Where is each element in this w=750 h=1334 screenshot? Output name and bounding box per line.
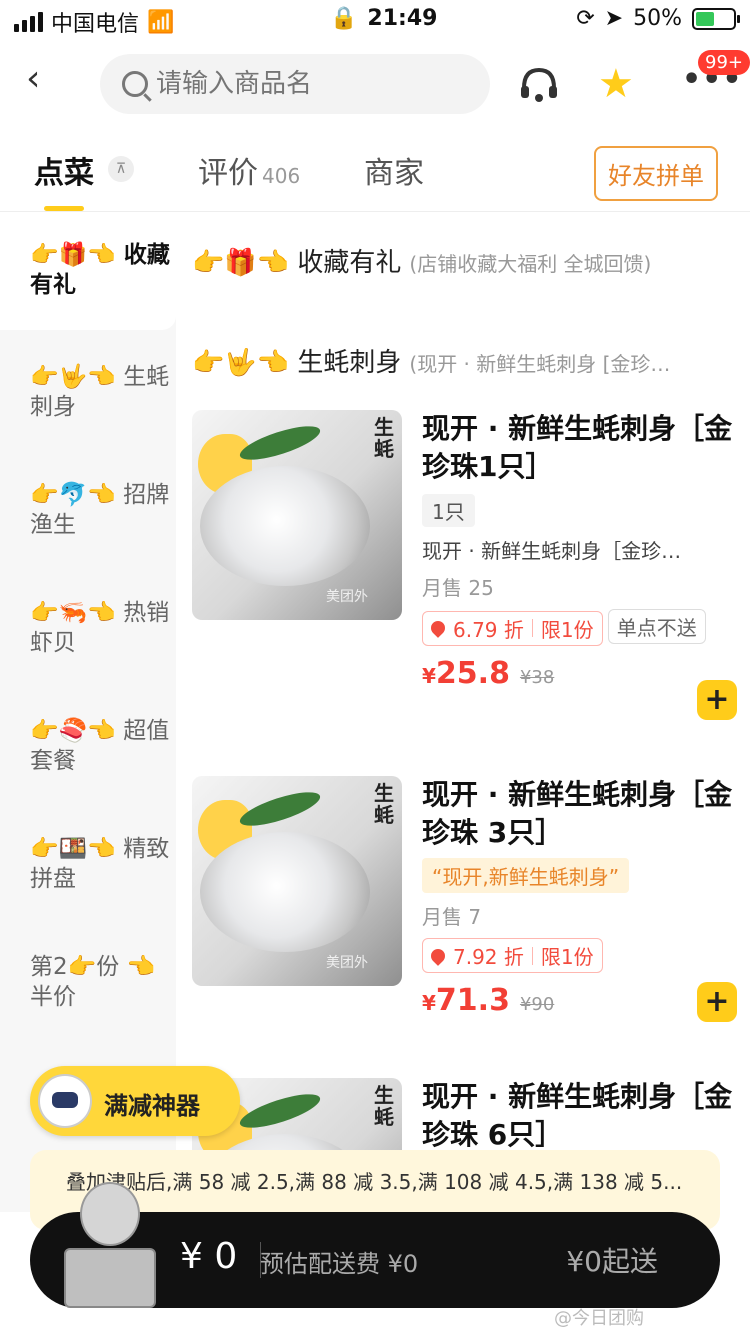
search-input[interactable] (156, 69, 456, 99)
discount-tag: 7.92 折 限1份 (422, 938, 603, 973)
section-header: 👉🤟👈 生蚝刺身 (现开 · 新鲜生蚝刺身 [金珍… (192, 342, 732, 379)
image-calligraphy: 生蚝 (374, 781, 394, 827)
tag-divider (531, 946, 533, 965)
product-card[interactable]: 生蚝 美团外 现开 · 新鲜生蚝刺身［金珍珠 3只］ “现开,新鲜生蚝刺身” 月… (192, 776, 737, 1096)
wifi-icon: 📶 (147, 9, 175, 35)
tab-order[interactable]: 点菜 (34, 148, 94, 192)
battery-icon (692, 7, 740, 30)
product-list: 👉🎁👈 收藏有礼 (店铺收藏大福利 全城回馈) 👉🤟👈 生蚝刺身 (现开 · 新鲜生… (176, 212, 750, 1212)
image-watermark: 美团外 (326, 589, 368, 605)
section-title: 👉🤟👈 生蚝刺身 (192, 348, 402, 378)
product-image[interactable]: 生蚝 美团外 (192, 410, 402, 620)
tab-reviews-count: 406 (262, 164, 301, 188)
discount-rate: 7.92 折 (453, 945, 524, 969)
monthly-sales: 月售 25 (422, 576, 494, 600)
rotation-lock-icon: ⟳ (576, 6, 595, 31)
message-badge: 99+ (698, 50, 750, 75)
sale-price: ¥71.3 (422, 983, 510, 1018)
watermark: @今日团购 (554, 1308, 644, 1329)
collapse-icon[interactable]: ⊼ (108, 156, 134, 182)
original-price: ¥90 (519, 994, 555, 1015)
sale-price-value: 25.8 (435, 655, 510, 691)
oyster-shape (200, 466, 370, 586)
sale-price: ¥25.8 (422, 656, 510, 691)
lock-icon: 🔒 (330, 6, 358, 31)
image-calligraphy: 生蚝 (374, 1083, 394, 1129)
tab-reviews-label: 评价 (198, 156, 258, 191)
product-spec: 1只 (422, 494, 475, 527)
garnish-leaf (236, 785, 324, 833)
product-name: 现开 · 新鲜生蚝刺身［金珍珠 3只］ (422, 778, 733, 849)
product-name: 现开 · 新鲜生蚝刺身［金珍珠1只］ (422, 412, 733, 483)
sidebar-item-second-half-price[interactable]: 第2👉份 👈半价 (0, 952, 176, 1012)
carrier-label: 中国电信 (51, 12, 140, 37)
add-to-cart-button[interactable]: + (697, 680, 737, 720)
back-chevron-icon[interactable]: ‹ (26, 61, 56, 100)
monthly-sales: 月售 7 (422, 905, 482, 929)
garnish-leaf (236, 1087, 324, 1135)
section-header: 👉🎁👈 收藏有礼 (店铺收藏大福利 全城回馈) (192, 242, 732, 279)
minimum-order: ¥0起送 (566, 1245, 658, 1278)
discount-tag: 6.79 折 限1份 (422, 610, 603, 646)
search-box[interactable] (100, 54, 490, 114)
discount-tag-icon (428, 945, 448, 966)
discount-tag-icon (428, 618, 448, 638)
no-single-delivery-tag: 单点不送 (607, 609, 706, 644)
group-order-button[interactable]: 好友拼单 (594, 146, 718, 201)
battery-percent: 50% (633, 6, 682, 31)
tab-reviews[interactable]: 评价 406 (198, 148, 300, 192)
tab-bar: 点菜 ⊼ 评价 406 商家 好友拼单 (0, 130, 750, 212)
location-icon: ➤ (604, 6, 624, 31)
robot-mascot-icon (38, 1074, 92, 1128)
section-subtitle: (店铺收藏大福利 全城回馈) (409, 252, 652, 276)
product-name: 现开 · 新鲜生蚝刺身［金珍珠 6只］ (422, 1080, 733, 1151)
full-reduction-label: 满减神器 (104, 1092, 200, 1120)
clock-time: 21:49 (367, 6, 438, 31)
courier-helmet (80, 1182, 140, 1246)
sale-price-value: 71.3 (435, 983, 510, 1018)
tab-merchant[interactable]: 商家 (364, 148, 424, 192)
purchase-limit: 限1份 (540, 945, 594, 969)
sidebar-item-oyster[interactable]: 👉🤟👈 生蚝刺身 (0, 362, 176, 422)
customer-service-icon[interactable] (518, 64, 560, 106)
search-icon (122, 71, 148, 97)
sidebar-item-shrimp-shellfish[interactable]: 👉🦐👈 热销虾贝 (0, 598, 176, 658)
section-subtitle: (现开 · 新鲜生蚝刺身 [金珍… (409, 352, 671, 376)
sidebar-item-platter[interactable]: 👉🍱👈 精致拼盘 (0, 834, 176, 894)
tag-divider (531, 619, 533, 637)
sidebar-item-value-set[interactable]: 👉🍣👈 超值套餐 (0, 716, 176, 776)
currency-symbol: ¥ (422, 663, 436, 688)
courier-mascot-icon[interactable] (60, 1182, 160, 1312)
original-price: ¥38 (519, 666, 555, 688)
oyster-shape (200, 832, 370, 952)
product-desc: 现开 · 新鲜生蚝刺身［金珍… (422, 539, 682, 563)
garnish-leaf (236, 419, 324, 467)
delivery-box (64, 1248, 156, 1308)
currency-symbol: ¥ (422, 991, 436, 1015)
status-bar: 中国电信 📶 🔒 21:49 ⟳ ➤ 50% (0, 0, 750, 40)
discount-rate: 6.79 折 (453, 617, 524, 642)
full-reduction-tool-button[interactable]: 满减神器 (30, 1066, 240, 1136)
sidebar-item-signature-fish[interactable]: 👉🐬👈 招牌渔生 (0, 480, 176, 540)
product-image[interactable]: 生蚝 美团外 (192, 776, 402, 986)
category-sidebar: 👉🎁👈 收藏有礼 👉🤟👈 生蚝刺身 👉🐬👈 招牌渔生 👉🦐👈 热销虾贝 👉🍣👈 … (0, 212, 176, 1212)
delivery-fee: 预估配送费 ¥0 (260, 1250, 419, 1278)
product-card[interactable]: 生蚝 美团外 现开 · 新鲜生蚝刺身［金珍珠1只］ 1只 现开 · 新鲜生蚝刺身… (192, 410, 737, 730)
image-calligraphy: 生蚝 (374, 415, 394, 461)
section-title: 👉🎁👈 收藏有礼 (192, 248, 402, 278)
image-watermark: 美团外 (326, 955, 368, 971)
cart-total: ¥ 0 (180, 1236, 238, 1277)
favorite-star-icon[interactable]: ★ (598, 62, 642, 106)
signal-icon (14, 12, 43, 32)
tab-underline (44, 206, 84, 211)
product-quote: “现开,新鲜生蚝刺身” (422, 858, 630, 893)
header: ‹ ★ ••• 99+ (0, 44, 750, 124)
sidebar-item-collect-gift[interactable]: 👉🎁👈 收藏有礼 (0, 212, 176, 330)
add-to-cart-button[interactable]: + (697, 982, 737, 1022)
purchase-limit: 限1份 (540, 617, 594, 642)
